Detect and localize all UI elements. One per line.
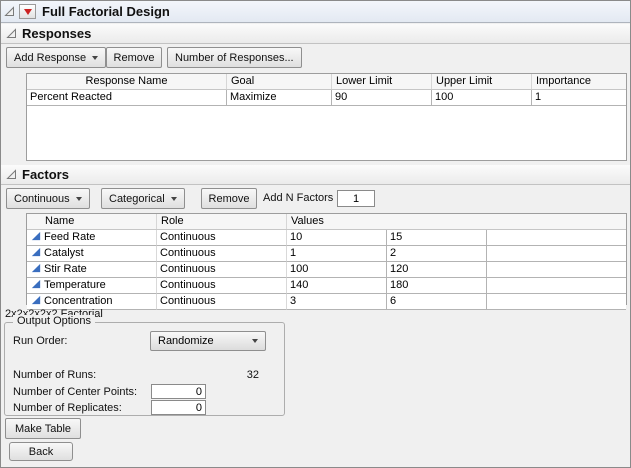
- disclosure-triangle-icon[interactable]: [6, 169, 17, 180]
- run-order-label: Run Order:: [13, 335, 67, 347]
- number-of-runs-value: 32: [195, 369, 259, 381]
- factor-row: Temperature Continuous 140 180: [27, 278, 626, 294]
- column-header-goal: Goal: [227, 74, 332, 89]
- factor-row-filler: [487, 246, 626, 262]
- factor-name-cell[interactable]: Feed Rate: [27, 230, 157, 246]
- factor-low-value-cell[interactable]: 100: [287, 262, 387, 278]
- run-order-value: Randomize: [158, 335, 214, 347]
- factor-low-value-cell[interactable]: 10: [287, 230, 387, 246]
- factor-role-cell[interactable]: Continuous: [157, 246, 287, 262]
- factor-high-value-cell[interactable]: 2: [387, 246, 487, 262]
- full-factorial-design-window: Full Factorial Design Responses Add Resp…: [0, 0, 631, 468]
- factor-high-value-cell[interactable]: 180: [387, 278, 487, 294]
- factor-name-cell[interactable]: Temperature: [27, 278, 157, 294]
- factors-section-header: Factors: [1, 165, 630, 185]
- factor-name-cell[interactable]: Stir Rate: [27, 262, 157, 278]
- number-of-responses-button[interactable]: Number of Responses...: [167, 47, 302, 68]
- responses-section-header: Responses: [1, 24, 630, 44]
- factor-row: Feed Rate Continuous 10 15: [27, 230, 626, 246]
- factor-row: Stir Rate Continuous 100 120: [27, 262, 626, 278]
- factors-section-title: Factors: [22, 167, 69, 182]
- factor-row-filler: [487, 262, 626, 278]
- factor-high-value-cell[interactable]: 120: [387, 262, 487, 278]
- factor-row: Catalyst Continuous 1 2: [27, 246, 626, 262]
- remove-factor-button[interactable]: Remove: [201, 188, 257, 209]
- factor-high-value-cell[interactable]: 15: [387, 230, 487, 246]
- title-bar: Full Factorial Design: [1, 1, 630, 23]
- run-order-dropdown[interactable]: Randomize: [150, 331, 266, 351]
- continuous-factor-icon: [31, 231, 41, 241]
- continuous-factor-icon: [31, 295, 41, 305]
- red-triangle-icon: [24, 9, 32, 15]
- center-points-input[interactable]: [151, 384, 206, 399]
- back-button[interactable]: Back: [9, 442, 73, 461]
- factor-high-value-cell[interactable]: 6: [387, 294, 487, 310]
- factor-name-cell[interactable]: Catalyst: [27, 246, 157, 262]
- factor-low-value-cell[interactable]: 3: [287, 294, 387, 310]
- output-options-group: Output Options Run Order: Randomize Numb…: [4, 322, 285, 416]
- factor-role-cell[interactable]: Continuous: [157, 230, 287, 246]
- add-n-factors-input[interactable]: [337, 190, 375, 207]
- chevron-down-icon: [252, 339, 258, 343]
- column-header-role: Role: [157, 214, 287, 229]
- replicates-label: Number of Replicates:: [13, 402, 122, 414]
- chevron-down-icon: [92, 56, 98, 60]
- response-importance-cell[interactable]: 1: [532, 90, 626, 106]
- add-n-factors-label: Add N Factors: [263, 192, 333, 204]
- continuous-factor-icon: [31, 263, 41, 273]
- column-header-importance: Importance: [532, 74, 626, 89]
- factors-table: Name Role Values Feed Rate Continuous 10…: [26, 213, 627, 305]
- response-lower-limit-cell[interactable]: 90: [332, 90, 432, 106]
- disclosure-triangle-icon[interactable]: [6, 28, 17, 39]
- factor-row-filler: [487, 278, 626, 294]
- categorical-button[interactable]: Categorical: [101, 188, 185, 209]
- factor-role-cell[interactable]: Continuous: [157, 262, 287, 278]
- remove-response-button[interactable]: Remove: [106, 47, 162, 68]
- factor-low-value-cell[interactable]: 1: [287, 246, 387, 262]
- page-title: Full Factorial Design: [42, 4, 170, 19]
- response-upper-limit-cell[interactable]: 100: [432, 90, 532, 106]
- column-header-values: Values: [287, 214, 626, 229]
- response-name-cell[interactable]: Percent Reacted: [27, 90, 227, 106]
- responses-section-title: Responses: [22, 26, 91, 41]
- responses-table-header: Response Name Goal Lower Limit Upper Lim…: [27, 74, 626, 90]
- response-goal-cell[interactable]: Maximize: [227, 90, 332, 106]
- factor-row: Concentration Continuous 3 6: [27, 294, 626, 310]
- continuous-factor-icon: [31, 247, 41, 257]
- column-header-upper-limit: Upper Limit: [432, 74, 532, 89]
- red-triangle-menu-button[interactable]: [19, 4, 36, 19]
- number-of-runs-label: Number of Runs:: [13, 369, 96, 381]
- factor-row-filler: [487, 230, 626, 246]
- column-header-lower-limit: Lower Limit: [332, 74, 432, 89]
- factor-row-filler: [487, 294, 626, 310]
- factor-role-cell[interactable]: Continuous: [157, 294, 287, 310]
- center-points-label: Number of Center Points:: [13, 386, 137, 398]
- factor-role-cell[interactable]: Continuous: [157, 278, 287, 294]
- disclosure-triangle-icon[interactable]: [4, 6, 15, 17]
- factors-table-header: Name Role Values: [27, 214, 626, 230]
- response-row: Percent Reacted Maximize 90 100 1: [27, 90, 626, 106]
- chevron-down-icon: [171, 197, 177, 201]
- continuous-factor-icon: [31, 279, 41, 289]
- column-header-response-name: Response Name: [27, 74, 227, 89]
- chevron-down-icon: [76, 197, 82, 201]
- replicates-input[interactable]: [151, 400, 206, 415]
- factor-low-value-cell[interactable]: 140: [287, 278, 387, 294]
- output-options-title: Output Options: [13, 315, 95, 327]
- responses-table: Response Name Goal Lower Limit Upper Lim…: [26, 73, 627, 161]
- column-header-name: Name: [27, 214, 157, 229]
- add-response-button[interactable]: Add Response: [6, 47, 106, 68]
- make-table-button[interactable]: Make Table: [5, 418, 81, 439]
- continuous-button[interactable]: Continuous: [6, 188, 90, 209]
